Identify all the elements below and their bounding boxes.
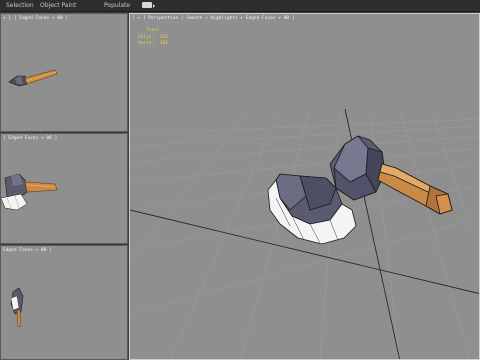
axe-model-top-view <box>8 69 58 87</box>
tab-object-paint[interactable]: Object Paint <box>40 0 76 11</box>
axe-model-left-view <box>10 287 24 328</box>
perspective-scene <box>130 108 479 359</box>
axe-model-perspective <box>267 135 453 245</box>
axe-model-front-view <box>1 173 58 211</box>
viewport-top[interactable]: + ] ] Edged Faces + 00 ] <box>0 13 128 132</box>
tab-populate[interactable]: Populate <box>104 0 130 11</box>
tab-selection[interactable]: Selection <box>6 0 34 11</box>
ribbon-toolbar: Selection Object Paint Populate <box>0 0 480 12</box>
viewport-perspective[interactable]: [ + ] Perspective ] Smooth + Highlights … <box>129 13 480 360</box>
viewport-front[interactable]: ] Edged Faces + 00 ] <box>0 133 128 244</box>
camera-icon[interactable] <box>142 2 155 8</box>
viewport-left[interactable]: Edged Faces + 00 ] <box>0 245 128 360</box>
